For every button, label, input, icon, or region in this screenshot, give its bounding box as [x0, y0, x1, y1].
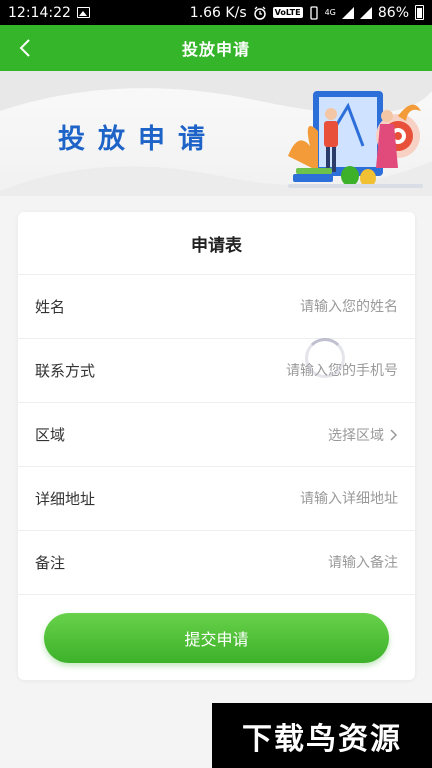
- alarm-icon: [253, 6, 266, 20]
- banner-title: 投放申请: [58, 124, 218, 155]
- contact-row: 联系方式: [18, 339, 415, 403]
- name-label: 姓名: [35, 298, 66, 316]
- network-type: 4G: [324, 8, 336, 17]
- back-button[interactable]: [10, 33, 40, 63]
- application-form-card: 申请表 姓名 联系方式 区域 选择区域 详细地址 备注 提交申请: [18, 212, 415, 680]
- status-right: 1.66 K/s VoLTE 4G 86%: [190, 5, 424, 21]
- watermark: 下载鸟资源: [212, 703, 432, 768]
- battery-icon: [415, 5, 424, 20]
- signal-icon-2: [359, 6, 372, 19]
- network-speed: 1.66 K/s: [189, 4, 247, 21]
- people-illustration: [288, 91, 423, 188]
- loading-spinner-icon: [305, 338, 345, 378]
- region-select-placeholder: 选择区域: [328, 427, 384, 444]
- region-row[interactable]: 区域 选择区域: [18, 403, 415, 467]
- volte-badge: VoLTE: [272, 7, 303, 18]
- name-row: 姓名: [18, 275, 415, 339]
- region-select[interactable]: 选择区域: [328, 425, 398, 445]
- remark-label: 备注: [35, 554, 66, 572]
- chevron-left-icon: [19, 39, 30, 57]
- address-label: 详细地址: [35, 490, 96, 508]
- signal-icon: [341, 6, 354, 19]
- nav-bar: 投放申请: [0, 25, 432, 71]
- address-input[interactable]: [198, 490, 398, 507]
- status-left: 12:14:22: [8, 5, 90, 21]
- remark-input[interactable]: [198, 554, 398, 571]
- image-notification-icon: [76, 7, 90, 18]
- phone-input[interactable]: [198, 362, 398, 379]
- banner: 投放申请: [0, 71, 432, 196]
- form-title: 申请表: [18, 212, 415, 275]
- status-time: 12:14:22: [8, 4, 71, 21]
- submit-button[interactable]: 提交申请: [44, 613, 389, 663]
- vibrate-icon: [309, 5, 318, 20]
- chevron-right-icon: [390, 428, 398, 441]
- contact-label: 联系方式: [35, 362, 96, 380]
- name-input[interactable]: [198, 298, 398, 315]
- region-label: 区域: [35, 426, 66, 444]
- address-row: 详细地址: [18, 467, 415, 531]
- battery-percent: 86%: [377, 4, 409, 21]
- status-bar: 12:14:22 1.66 K/s VoLTE 4G 86%: [0, 0, 432, 25]
- remark-row: 备注: [18, 531, 415, 595]
- page-title: 投放申请: [181, 40, 250, 59]
